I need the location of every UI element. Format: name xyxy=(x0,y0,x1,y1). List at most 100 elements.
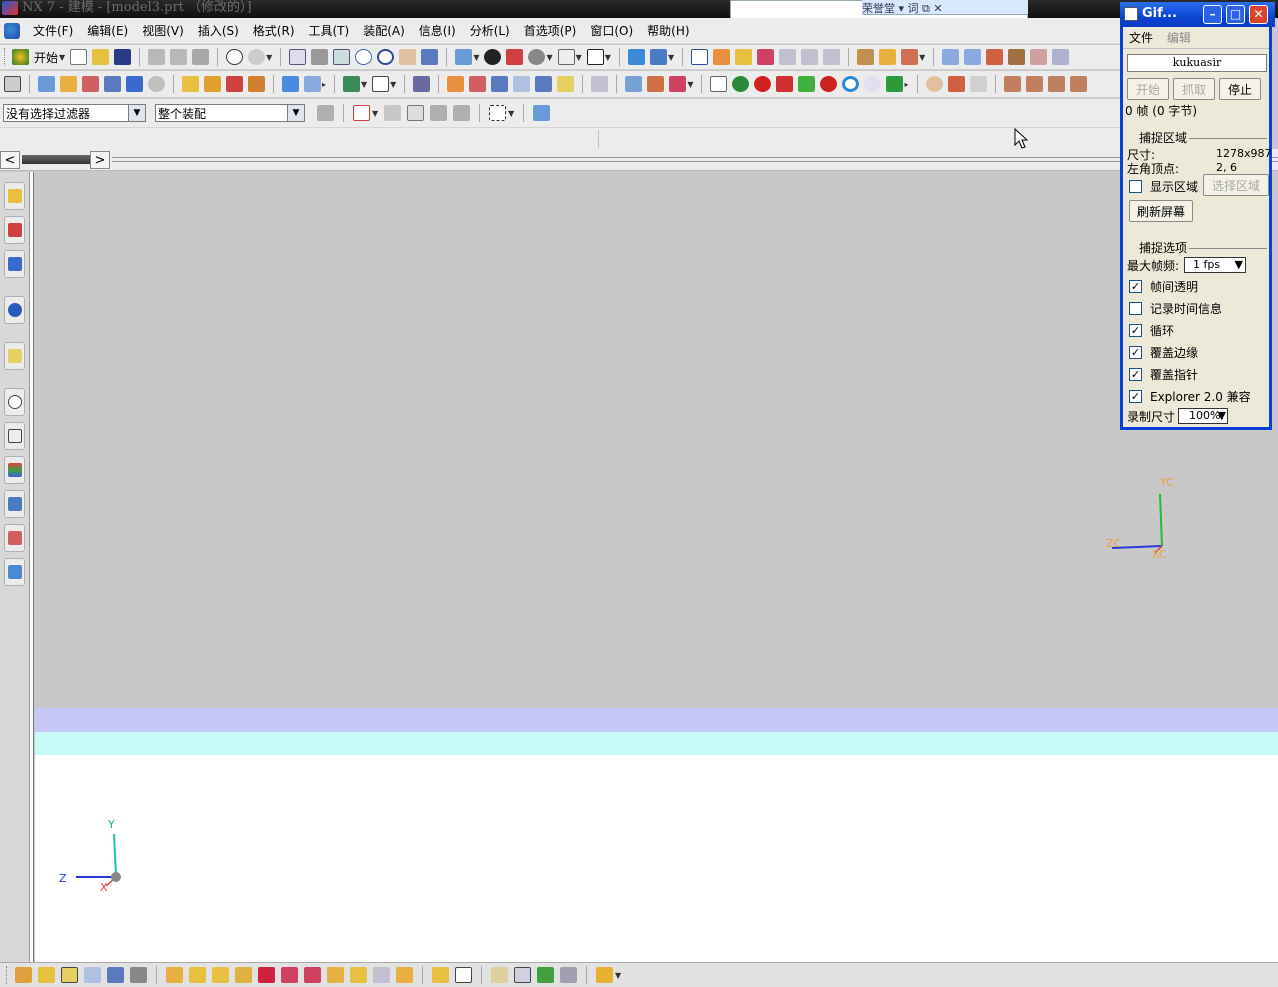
new-component-icon[interactable] xyxy=(61,967,78,983)
pattern-icon[interactable] xyxy=(625,76,643,92)
max-fps-select[interactable]: 1 fps ▼ xyxy=(1184,257,1246,273)
background-dropdown-icon[interactable]: ▼ xyxy=(605,53,611,62)
deformable-part-icon[interactable] xyxy=(432,967,449,983)
mirror-assembly-icon[interactable] xyxy=(107,967,124,983)
point-icon[interactable] xyxy=(735,49,753,65)
offset-curve-icon[interactable] xyxy=(779,49,797,65)
fit-view-icon[interactable] xyxy=(289,49,307,65)
pad-icon[interactable] xyxy=(248,76,265,92)
more-features-icon[interactable]: ▸ xyxy=(322,80,326,89)
record-size-select[interactable]: 100% ▼ xyxy=(1178,408,1228,424)
option-timing-checkbox[interactable]: 记录时间信息 xyxy=(1129,300,1222,316)
option-edge-checkbox[interactable]: ✓ 覆盖边缘 xyxy=(1129,344,1198,360)
more-tools-icon[interactable]: ▸ xyxy=(904,80,908,89)
save-icon[interactable] xyxy=(114,49,132,65)
checkbox-box[interactable] xyxy=(1129,179,1142,193)
move-component-icon[interactable] xyxy=(166,967,183,983)
assembly-navigator-icon[interactable] xyxy=(4,76,21,92)
selection-scope-combo[interactable]: 整个装配 ▼ xyxy=(155,104,305,122)
snap-dropdown-icon[interactable]: ▼ xyxy=(372,109,378,118)
start-dropdown-icon[interactable]: ▼ xyxy=(59,53,65,62)
n-sided-icon[interactable] xyxy=(1030,49,1048,65)
green-circle-icon[interactable] xyxy=(732,76,750,92)
checkbox-box[interactable] xyxy=(1129,301,1142,315)
edit-feature-icon[interactable] xyxy=(1003,76,1021,92)
new-file-icon[interactable] xyxy=(70,49,88,65)
cylinder-icon[interactable] xyxy=(60,76,77,92)
orient-view-dropdown-icon[interactable]: ▼ xyxy=(576,53,582,62)
assembly-icon[interactable] xyxy=(15,967,32,983)
checkbox-box[interactable]: ✓ xyxy=(1129,389,1142,403)
split-body-icon[interactable] xyxy=(557,76,575,92)
assembly-constraints-icon[interactable] xyxy=(189,967,206,983)
more-assembly-icon[interactable] xyxy=(596,967,613,983)
paste-icon[interactable] xyxy=(192,49,210,65)
chevron-down-icon[interactable]: ▼ xyxy=(128,105,145,121)
open-folder-icon[interactable] xyxy=(92,49,110,65)
resource-part-navigator[interactable] xyxy=(4,250,25,278)
redo-icon[interactable] xyxy=(248,49,266,65)
menu-view[interactable]: 视图(V) xyxy=(135,18,191,44)
menu-file[interactable]: 文件(F) xyxy=(26,18,80,44)
scroll-left-button[interactable]: < xyxy=(0,151,20,169)
maximize-button[interactable]: □ xyxy=(1226,5,1245,24)
cone-icon[interactable] xyxy=(82,76,99,92)
chevron-down-icon[interactable]: ▼ xyxy=(1218,409,1226,423)
resource-assembly-navigator[interactable] xyxy=(4,182,25,210)
filter-settings-icon[interactable] xyxy=(317,105,334,121)
checkbox-box[interactable]: ✓ xyxy=(1129,279,1142,293)
product-outline-icon[interactable] xyxy=(537,967,554,983)
pan-icon[interactable] xyxy=(399,49,417,65)
subtract-icon[interactable] xyxy=(304,76,321,92)
menu-window[interactable]: 窗口(O) xyxy=(583,18,640,44)
sheet-icon[interactable] xyxy=(710,76,728,92)
edit-parameters-icon[interactable] xyxy=(1025,76,1043,92)
part-tab[interactable] xyxy=(22,155,90,164)
gear-icon[interactable] xyxy=(864,76,882,92)
torus-icon[interactable] xyxy=(820,76,838,92)
sphere-icon[interactable] xyxy=(104,76,121,92)
measure-dropdown-icon[interactable]: ▼ xyxy=(919,53,925,62)
select-connected-icon[interactable] xyxy=(430,105,448,121)
show-area-checkbox[interactable]: 显示区域 xyxy=(1129,178,1198,194)
wave-icon[interactable] xyxy=(969,76,987,92)
menu-help[interactable]: 帮助(H) xyxy=(640,18,696,44)
minimize-button[interactable]: – xyxy=(1203,5,1222,24)
gif-menu-file[interactable]: 文件 xyxy=(1129,31,1153,45)
bounded-plane-icon[interactable] xyxy=(1052,49,1070,65)
option-pointer-checkbox[interactable]: ✓ 覆盖指针 xyxy=(1129,366,1198,382)
measure-angle-icon[interactable] xyxy=(879,49,897,65)
app-menu-icon[interactable] xyxy=(4,22,20,39)
checkbox-box[interactable]: ✓ xyxy=(1129,367,1142,381)
show-hide-constraints-icon[interactable] xyxy=(212,967,229,983)
menu-information[interactable]: 信息(I) xyxy=(412,18,463,44)
resource-internet[interactable] xyxy=(4,296,25,324)
surface-icon[interactable] xyxy=(942,49,960,65)
resource-help[interactable] xyxy=(4,342,25,370)
selection-filter-combo[interactable]: 没有选择过滤器 ▼ xyxy=(3,104,146,122)
red-feature-icon[interactable] xyxy=(776,76,794,92)
gif-capture-button[interactable]: 抓取 xyxy=(1173,78,1215,100)
resource-history[interactable] xyxy=(4,388,25,416)
scroll-right-button[interactable]: > xyxy=(90,151,110,169)
bridge-curve-icon[interactable] xyxy=(823,49,841,65)
instance-icon[interactable] xyxy=(647,76,665,92)
revolve-icon[interactable] xyxy=(148,76,165,92)
gif-title-bar[interactable]: Gif... – □ ✕ xyxy=(1120,2,1275,27)
datum-dropdown-icon[interactable]: ▼ xyxy=(361,80,367,89)
green-feature-icon[interactable] xyxy=(798,76,816,92)
mirror-icon[interactable] xyxy=(591,76,609,92)
material-dropdown-icon[interactable]: ▼ xyxy=(546,53,552,62)
offset-face-icon[interactable] xyxy=(513,76,531,92)
wcs-orient-icon[interactable] xyxy=(649,49,667,65)
zone-icon[interactable] xyxy=(560,967,577,983)
product-interface-icon[interactable] xyxy=(350,967,367,983)
select-body-icon[interactable] xyxy=(533,105,551,121)
checkbox-box[interactable]: ✓ xyxy=(1129,345,1142,359)
magnify-icon[interactable] xyxy=(355,49,373,65)
resource-visualization[interactable] xyxy=(4,456,25,484)
hole-icon[interactable] xyxy=(182,76,199,92)
start-button[interactable]: 开始 xyxy=(34,49,58,66)
menu-tools[interactable]: 工具(T) xyxy=(302,18,357,44)
datum-axis-dropdown-icon[interactable]: ▼ xyxy=(390,80,396,89)
